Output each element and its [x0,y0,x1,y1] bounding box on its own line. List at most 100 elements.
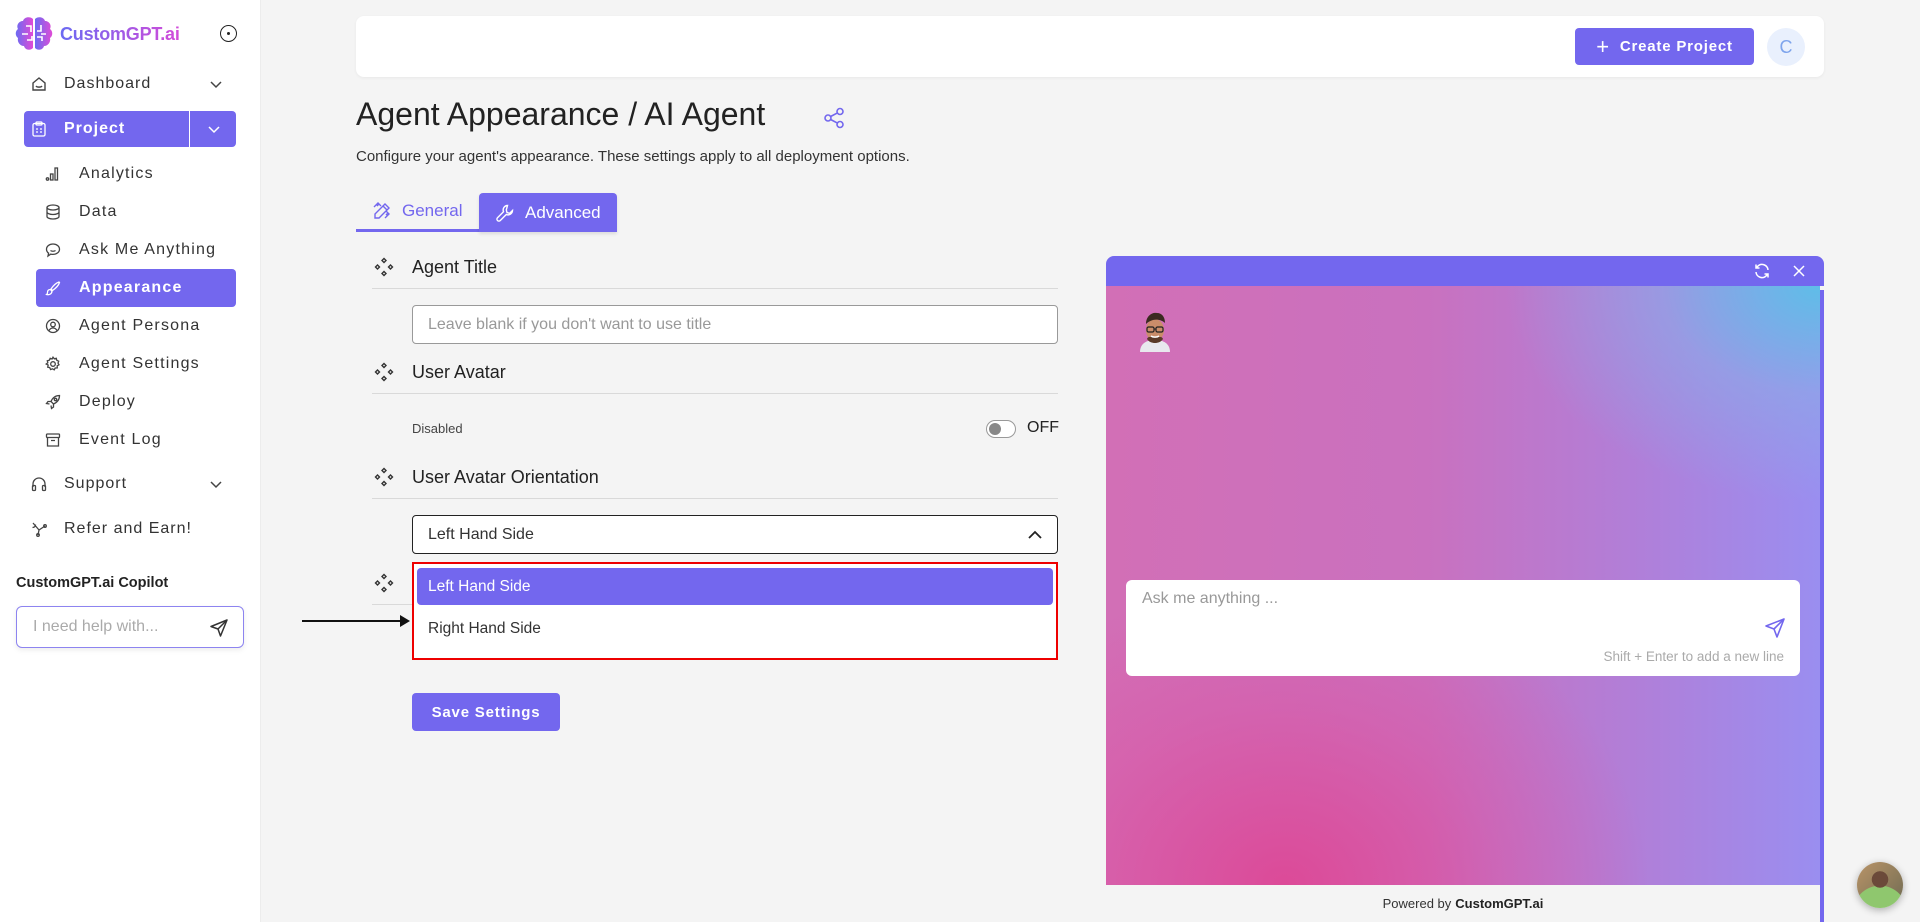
brand-name: CustomGPT.ai [60,23,180,44]
sidebar-item-label: Data [79,203,118,220]
sidebar-item-agent-settings[interactable]: Agent Settings [36,345,236,383]
brush-icon [45,280,61,296]
wrench-icon [496,204,514,222]
drag-handle-icon[interactable] [374,573,394,593]
chevron-down-icon [210,481,222,489]
send-icon[interactable] [1764,617,1786,639]
sidebar-item-label: Ask Me Anything [79,241,217,258]
sidebar-item-support[interactable]: Support [24,466,236,502]
preview-chat-body: Ask me anything ... Shift + Enter to add… [1106,286,1820,885]
drag-handle-icon[interactable] [374,257,394,277]
user-avatar-toggle[interactable] [986,420,1016,438]
sidebar-item-label: Agent Persona [79,317,201,334]
sidebar-item-label: Support [64,475,128,492]
page-title: Agent Appearance / AI Agent [356,96,766,132]
sidebar-item-dashboard[interactable]: Dashboard [24,66,236,102]
sidebar-item-label: Dashboard [64,75,152,92]
powered-by-footer: Powered by CustomGPT.ai [1106,885,1820,922]
sidebar-item-label: Deploy [79,393,137,410]
sidebar: CustomGPT.ai Dashboard Project Analytics… [0,0,261,922]
drag-handle-icon[interactable] [374,467,394,487]
chat-preview: Ask me anything ... Shift + Enter to add… [1106,256,1824,922]
sidebar-item-label: Analytics [79,165,154,182]
sidebar-item-analytics[interactable]: Analytics [36,155,236,193]
powered-by-prefix: Powered by [1382,896,1452,911]
plus-icon: + [1596,33,1610,59]
preview-input-placeholder: Ask me anything ... [1142,590,1279,607]
agent-avatar [1140,312,1170,352]
orientation-dropdown-menu: Left Hand Side Right Hand Side [412,562,1058,660]
orientation-option-right[interactable]: Right Hand Side [417,610,1053,647]
share-icon[interactable] [823,107,845,129]
split-divider [189,111,190,147]
preview-scrollbar[interactable] [1820,290,1824,922]
save-settings-button[interactable]: Save Settings [412,693,560,731]
clipboard-icon [30,120,48,138]
support-chat-launcher-avatar[interactable] [1857,862,1903,908]
close-icon[interactable] [1790,262,1808,280]
sidebar-item-project[interactable]: Project [24,111,236,147]
create-project-button[interactable]: + Create Project [1575,28,1754,65]
headset-icon [30,475,48,493]
preview-message-input[interactable]: Ask me anything ... Shift + Enter to add… [1126,580,1800,676]
copilot-label: CustomGPT.ai Copilot [16,575,169,591]
sidebar-item-label: Appearance [79,279,183,296]
tab-advanced[interactable]: Advanced [479,193,617,232]
sidebar-item-data[interactable]: Data [36,193,236,231]
powered-by-brand[interactable]: CustomGPT.ai [1455,896,1543,911]
chevron-down-icon[interactable] [206,121,222,137]
rocket-icon [45,394,61,410]
create-project-label: Create Project [1619,38,1733,55]
pencil-ruler-icon [373,202,390,219]
chat-icon [45,242,61,258]
sidebar-item-refer-and-earn[interactable]: Refer and Earn! [24,511,236,547]
section-title-agent-title: Agent Title [412,257,498,277]
home-icon [30,75,48,93]
toggle-state-label: OFF [1027,419,1059,436]
drag-handle-icon[interactable] [374,362,394,382]
copilot-input[interactable] [17,618,197,636]
section-divider [372,498,1058,499]
send-icon[interactable] [209,618,229,638]
section-title-user-avatar-orientation: User Avatar Orientation [412,467,599,487]
page-subtitle: Configure your agent's appearance. These… [356,148,910,165]
toggle-knob [989,423,1001,435]
sidebar-item-label: Refer and Earn! [64,520,192,537]
gear-icon [45,356,61,372]
referral-icon [30,520,48,538]
sidebar-collapse-button[interactable] [220,25,237,42]
preview-header [1106,256,1824,286]
user-circle-icon [45,318,61,334]
sidebar-item-ask-me-anything[interactable]: Ask Me Anything [36,231,236,269]
copilot-input-box [16,606,244,648]
section-divider [372,288,1058,289]
user-avatar[interactable]: C [1767,28,1805,66]
sidebar-item-agent-persona[interactable]: Agent Persona [36,307,236,345]
section-title-user-avatar: User Avatar [412,362,506,382]
orientation-option-left[interactable]: Left Hand Side [417,568,1053,605]
archive-icon [45,432,61,448]
top-bar: + Create Project C [356,16,1824,77]
sidebar-item-label: Project [64,120,126,137]
database-icon [45,204,61,220]
agent-title-input[interactable] [412,305,1058,344]
tab-label: General [402,201,463,220]
orientation-selected-value: Left Hand Side [428,525,534,543]
chevron-up-icon [1028,530,1042,539]
bar-chart-icon [45,166,61,182]
refresh-icon[interactable] [1753,262,1771,280]
preview-input-hint: Shift + Enter to add a new line [1603,649,1785,664]
sidebar-item-appearance[interactable]: Appearance [36,269,236,307]
sidebar-item-label: Agent Settings [79,355,200,372]
annotation-arrow [302,615,410,627]
orientation-select[interactable]: Left Hand Side [412,515,1058,554]
section-divider [372,393,1058,394]
appearance-tabs: General Advanced [356,193,617,232]
brand-logo[interactable]: CustomGPT.ai [14,16,180,52]
sidebar-item-event-log[interactable]: Event Log [36,421,236,459]
section-divider [372,604,412,605]
brain-logo-icon [15,17,53,50]
user-avatar-status: Disabled [412,421,463,436]
sidebar-item-deploy[interactable]: Deploy [36,383,236,421]
tab-general[interactable]: General [356,193,479,232]
